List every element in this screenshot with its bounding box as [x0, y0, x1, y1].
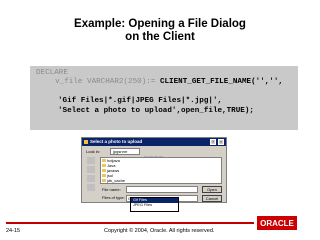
file-list[interactable]: hotjava Java javaws jsol jdk_cache	[100, 157, 222, 184]
app-icon	[84, 140, 88, 144]
code-line-dialog-title: 'Select a photo to upload',open_file,TRU…	[58, 107, 254, 115]
places-bar	[84, 157, 98, 197]
file-open-dialog: Select a photo to upload ? × Look in: jp…	[81, 137, 227, 203]
file-type-dropdown[interactable]: Gif Files JPEG Files	[130, 197, 179, 212]
recent-icon[interactable]	[87, 157, 95, 164]
dropdown-option-jpeg[interactable]: JPEG Files	[131, 203, 178, 208]
open-button[interactable]: Open	[202, 186, 222, 193]
files-of-type-label: Files of type:	[102, 195, 125, 200]
look-in-select[interactable]: jpgsnmr	[110, 148, 140, 155]
oracle-logo: ORACLE	[257, 216, 297, 230]
desktop-icon[interactable]	[87, 166, 95, 173]
file-name-input[interactable]	[126, 186, 198, 193]
slide-title-line1: Example: Opening a File Dialog	[74, 18, 246, 30]
code-block: DECLARE v_file VARCHAR2(250):= CLIENT_GE…	[30, 66, 298, 130]
folder-icon	[102, 179, 106, 183]
page-number: 24-15	[6, 228, 21, 234]
help-icon[interactable]: ?	[210, 139, 216, 145]
file-name-label: File name:	[102, 187, 121, 192]
code-line-variable: v_file VARCHAR2(250):= CLIENT_GET_FILE_N…	[46, 78, 283, 88]
computer-icon[interactable]	[87, 184, 95, 191]
copyright-text: Copyright © 2004, Oracle. All rights res…	[104, 228, 215, 234]
dialog-titlebar[interactable]: Select a photo to upload ? ×	[82, 138, 226, 146]
dialog-title: Select a photo to upload	[90, 139, 143, 144]
code-line-filter: 'Gif Files|*.gif|JPEG Files|*.jpg|',	[58, 97, 223, 105]
footer-divider	[6, 222, 254, 224]
dialog-toolbar	[144, 148, 166, 161]
folder-icon	[102, 174, 106, 178]
code-function-call: CLIENT_GET_FILE_NAME('','',	[159, 78, 283, 86]
slide-title-line2: on the Client	[125, 31, 195, 43]
look-in-label: Look in:	[86, 149, 101, 154]
code-var-decl: v_file VARCHAR2(250):=	[46, 78, 160, 86]
svg-text:ORACLE: ORACLE	[260, 219, 294, 228]
cancel-button[interactable]: Cancel	[202, 195, 222, 202]
slide-title: Example: Opening a File Dialog on the Cl…	[0, 18, 320, 44]
folder-icon	[102, 164, 106, 168]
close-icon[interactable]: ×	[218, 139, 224, 145]
documents-icon[interactable]	[87, 175, 95, 182]
folder-icon	[102, 169, 106, 173]
folder-icon	[102, 159, 106, 163]
list-item[interactable]: jdk_cache	[101, 178, 221, 183]
